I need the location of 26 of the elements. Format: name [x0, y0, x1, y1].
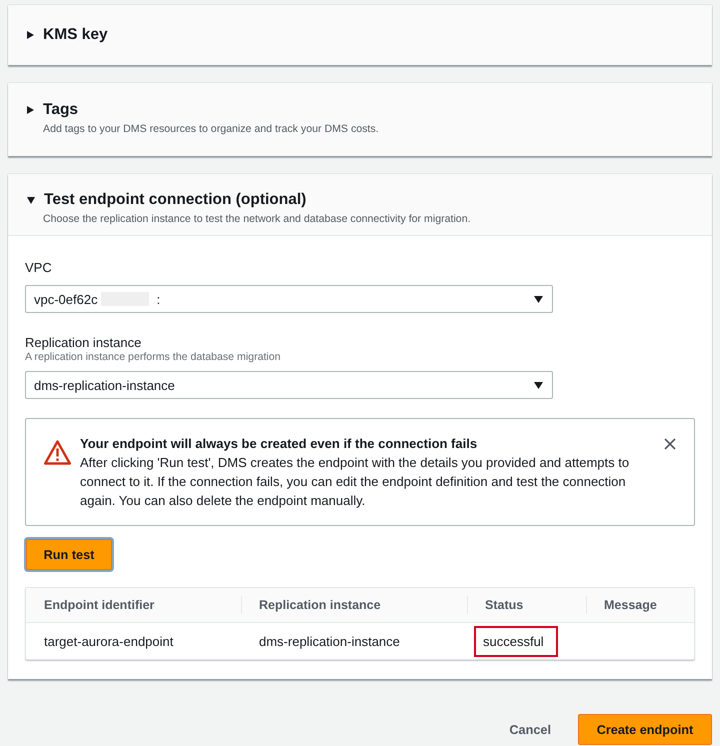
run-test-button[interactable]: Run test: [26, 539, 112, 570]
select-field[interactable]: vpc-0ef62c :: [25, 285, 553, 313]
section-toggle[interactable]: Test endpoint connection (optional): [27, 190, 306, 210]
field-label: Replication instance: [25, 335, 142, 351]
alert-text: After clicking 'Run test', DMS creates the endpoint with the details you provided and attempts to connect to it. If the connection fails, you can edit the endpoint definition and test the connection again. You can also delete the endpoint manually.: [80, 454, 630, 510]
cancel-button[interactable]: Cancel: [493, 714, 567, 745]
alert-title: Your endpoint will always be created even if the connection fails: [80, 435, 478, 453]
section-toggle[interactable]: KMS key: [27, 25, 108, 45]
column-header: Message: [586, 588, 694, 623]
select-field[interactable]: dms-replication-instance: [25, 371, 553, 399]
highlighted-table-cell: successful: [474, 626, 558, 656]
field-hint: A replication instance performs the database migration: [25, 351, 282, 363]
section-toggle[interactable]: Tags: [27, 100, 78, 120]
field-label: VPC: [25, 260, 53, 276]
table-cell-text: dms-replication-instance: [258, 632, 401, 651]
column-header: Endpoint identifier: [26, 588, 241, 623]
create-endpoint-button[interactable]: Create endpoint: [578, 714, 712, 745]
close-button[interactable]: [664, 438, 676, 450]
section-description: Choose the replication instance to test the network and database connectivity for migration.: [42, 212, 472, 226]
column-header: Status: [467, 588, 586, 623]
dropdown-caret-icon: [534, 296, 543, 302]
section-description: Add tags to your DMS resources to organize and track your DMS costs.: [42, 122, 380, 136]
column-header: Replication instance: [241, 588, 467, 623]
close-icon: [664, 438, 676, 450]
table-cell-text: target-aurora-endpoint: [43, 632, 174, 651]
dropdown-caret-icon: [534, 382, 543, 388]
